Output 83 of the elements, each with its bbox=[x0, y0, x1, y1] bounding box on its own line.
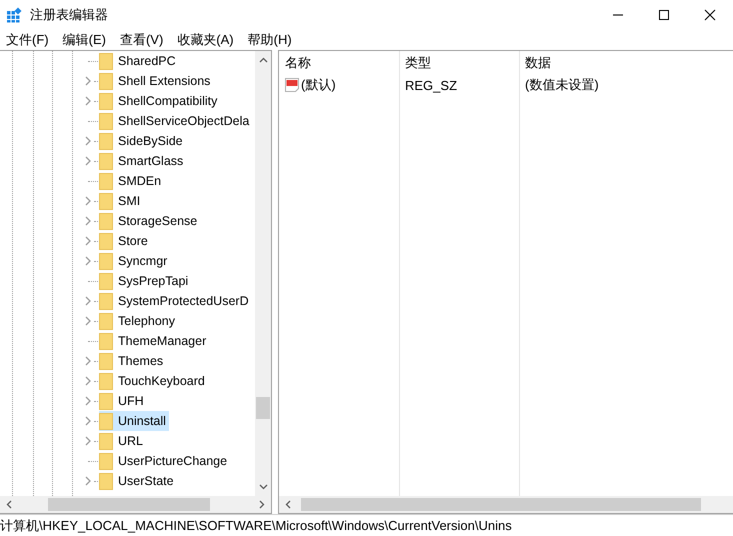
folder-icon bbox=[99, 392, 113, 410]
menu-item[interactable]: 文件(F) bbox=[0, 31, 55, 49]
menu-item[interactable]: 查看(V) bbox=[114, 31, 170, 49]
tree-item[interactable]: Syncmgr bbox=[99, 251, 170, 271]
chevron-icon[interactable] bbox=[85, 256, 92, 266]
tree-item[interactable]: URL bbox=[99, 431, 146, 451]
registry-editor-icon bbox=[6, 7, 22, 23]
menu-item[interactable]: 编辑(E) bbox=[56, 31, 112, 49]
folder-icon bbox=[99, 312, 113, 330]
tree-item[interactable]: UserState bbox=[99, 471, 177, 491]
maximize-icon bbox=[658, 9, 670, 21]
folder-icon bbox=[99, 112, 113, 130]
folder-icon bbox=[99, 132, 113, 150]
tree-item[interactable]: StorageSense bbox=[99, 211, 200, 231]
folder-icon bbox=[99, 92, 113, 110]
folder-icon bbox=[99, 232, 113, 250]
chevron-icon[interactable] bbox=[85, 96, 92, 106]
scrollbar-thumb[interactable] bbox=[256, 397, 270, 419]
tree-item[interactable]: Themes bbox=[99, 351, 166, 371]
status-bar: 计算机\HKEY_LOCAL_MACHINE\SOFTWARE\Microsoft\Windows\CurrentVersion\Unins bbox=[0, 514, 733, 536]
tree-item[interactable]: UFH bbox=[99, 391, 147, 411]
chevron-icon[interactable] bbox=[85, 156, 92, 166]
chevron-icon[interactable] bbox=[85, 236, 92, 246]
table-cell-text: (数值未设置) bbox=[524, 76, 600, 94]
folder-icon bbox=[99, 332, 113, 350]
chevron-icon[interactable] bbox=[85, 76, 92, 86]
window-title: 注册表编辑器 bbox=[30, 6, 108, 24]
tree-item[interactable]: SmartGlass bbox=[99, 151, 186, 171]
tree-item[interactable]: SideBySide bbox=[99, 131, 186, 151]
scrollbar[interactable] bbox=[279, 496, 733, 513]
tree-item[interactable]: ShellServiceObjectDela bbox=[99, 111, 252, 131]
tree-item[interactable]: SharedPC bbox=[99, 51, 179, 71]
chevron-icon[interactable] bbox=[85, 216, 92, 226]
folder-icon bbox=[99, 472, 113, 490]
menu-item[interactable]: 收藏夹(A) bbox=[171, 31, 240, 49]
table-cell-text: REG_SZ bbox=[404, 78, 458, 92]
folder-icon bbox=[99, 152, 113, 170]
column-header[interactable]: 数据 bbox=[519, 54, 639, 72]
chevron-icon[interactable] bbox=[85, 136, 92, 146]
folder-icon bbox=[99, 452, 113, 470]
close-icon bbox=[704, 9, 716, 21]
column-header[interactable]: 名称 bbox=[279, 54, 399, 72]
folder-icon bbox=[99, 192, 113, 210]
folder-icon bbox=[99, 172, 113, 190]
folder-icon bbox=[99, 292, 113, 310]
folder-icon bbox=[99, 352, 113, 370]
chevron-icon[interactable] bbox=[85, 356, 92, 366]
folder-icon bbox=[99, 52, 113, 70]
folder-icon bbox=[99, 372, 113, 390]
folder-icon bbox=[99, 432, 113, 450]
tree-item[interactable]: SMI bbox=[99, 191, 144, 211]
column-header[interactable]: 类型 bbox=[399, 54, 519, 72]
chevron-icon[interactable] bbox=[85, 436, 92, 446]
tree-item[interactable]: Shell Extensions bbox=[99, 71, 214, 91]
tree-item[interactable]: SystemProtectedUserD bbox=[99, 291, 252, 311]
tree-item[interactable]: ShellCompatibility bbox=[99, 91, 220, 111]
menu-item[interactable]: 帮助(H) bbox=[242, 31, 298, 49]
chevron-icon[interactable] bbox=[85, 396, 92, 406]
string-value-icon bbox=[285, 78, 299, 92]
tree-item[interactable]: ThemeManager bbox=[99, 331, 210, 351]
table-cell: (默认) bbox=[301, 76, 336, 94]
scrollbar-thumb[interactable] bbox=[301, 498, 701, 511]
chevron-icon[interactable] bbox=[85, 196, 92, 206]
tree-item[interactable]: TouchKeyboard bbox=[99, 371, 208, 391]
folder-icon bbox=[99, 212, 113, 230]
scrollbar[interactable] bbox=[0, 496, 271, 513]
folder-icon bbox=[99, 412, 113, 430]
scrollbar[interactable] bbox=[255, 51, 271, 496]
tree-item[interactable]: SysPrepTapi bbox=[99, 271, 192, 291]
tree-item[interactable]: Store bbox=[99, 231, 151, 251]
chevron-icon[interactable] bbox=[85, 316, 92, 326]
chevron-icon[interactable] bbox=[85, 296, 92, 306]
folder-icon bbox=[99, 272, 113, 290]
scrollbar-thumb[interactable] bbox=[48, 498, 210, 511]
tree-item[interactable]: Uninstall bbox=[99, 411, 169, 431]
chevron-icon[interactable] bbox=[85, 416, 92, 426]
tree-item[interactable]: SMDEn bbox=[99, 171, 164, 191]
tree-item[interactable]: Telephony bbox=[99, 311, 178, 331]
folder-icon bbox=[99, 72, 113, 90]
tree-item[interactable]: UserPictureChange bbox=[99, 451, 230, 471]
folder-icon bbox=[99, 252, 113, 270]
chevron-icon[interactable] bbox=[85, 376, 92, 386]
chevron-icon[interactable] bbox=[85, 476, 92, 486]
